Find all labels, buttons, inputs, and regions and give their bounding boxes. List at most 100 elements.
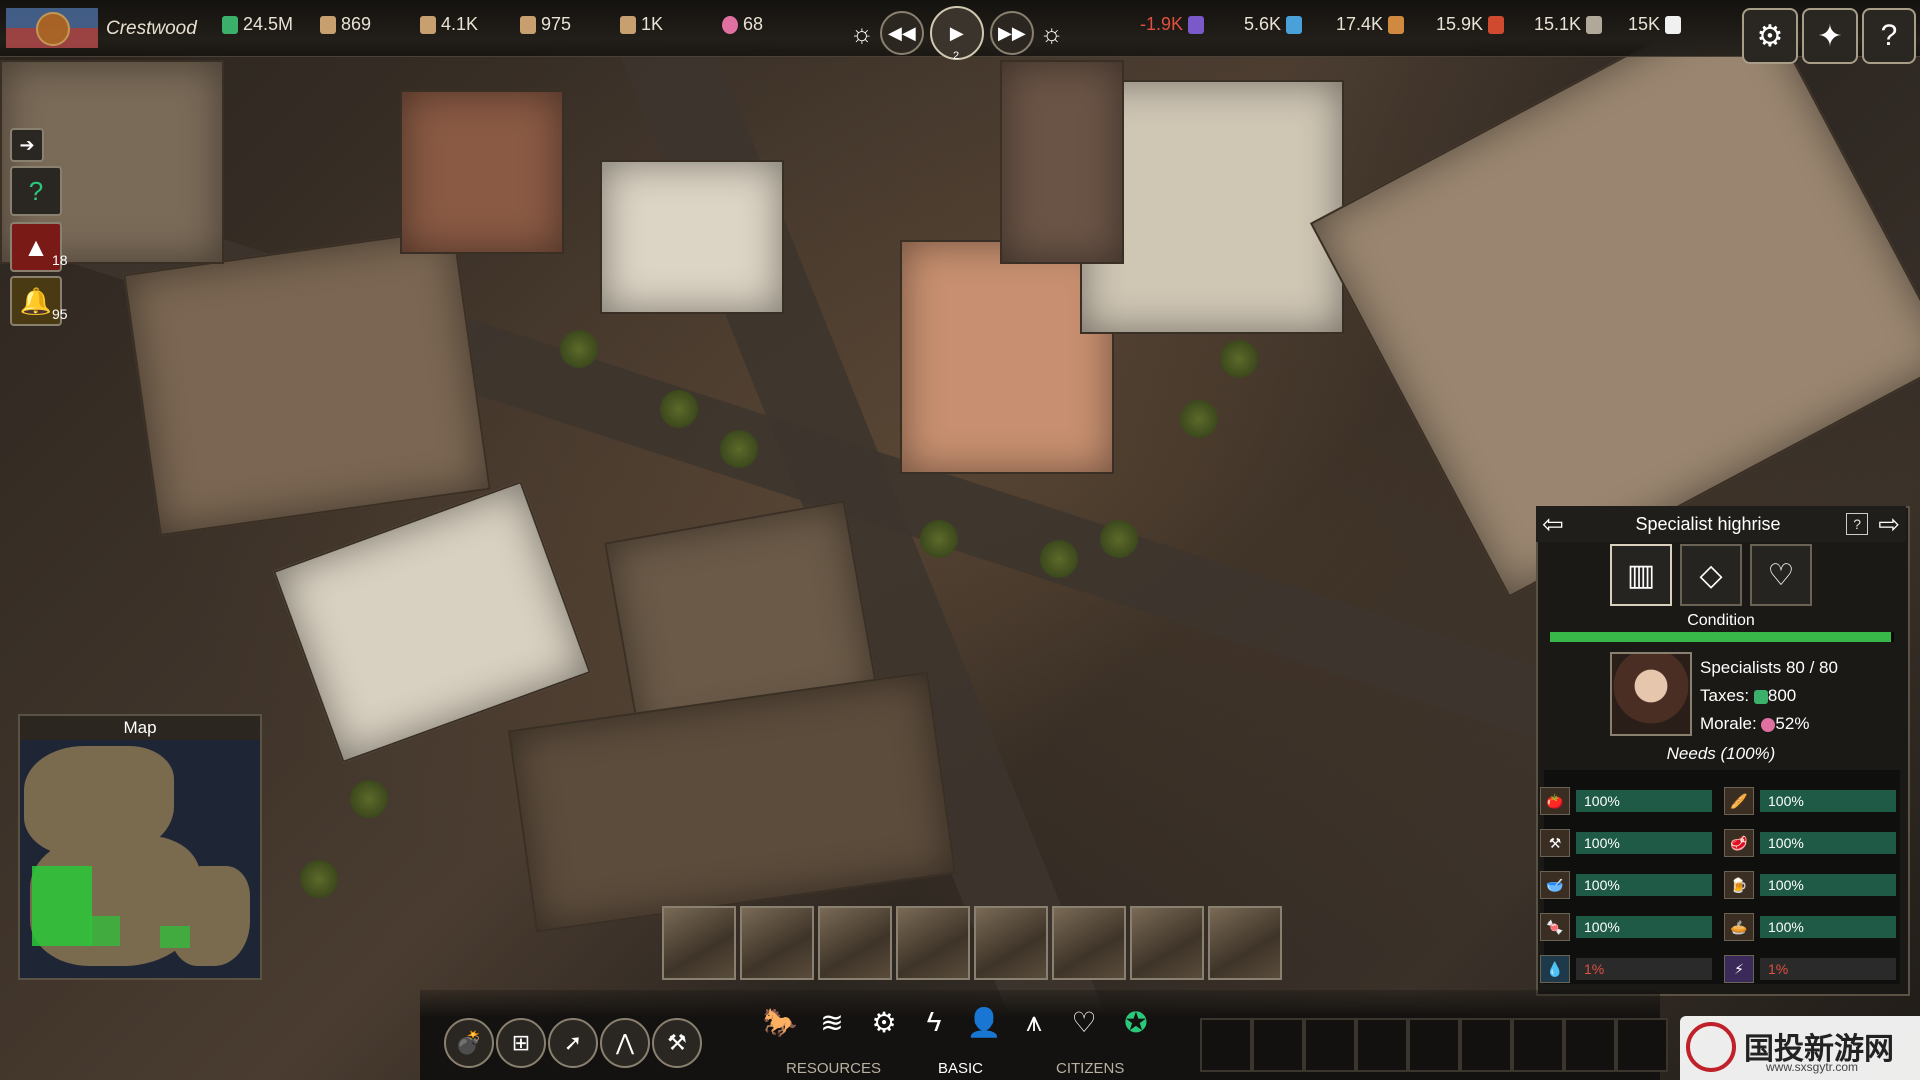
category-services[interactable]: ♡ bbox=[1062, 1000, 1106, 1044]
top-bar: Crestwood 24.5M 869 4.1K 975 1K 68 ☼ ◀◀ … bbox=[0, 0, 1920, 62]
city-name: Crestwood bbox=[106, 18, 197, 39]
tab-resources[interactable]: ◇ bbox=[1680, 544, 1742, 606]
exit-button[interactable]: ➔ bbox=[10, 128, 44, 162]
bread-icon: 🥖 bbox=[1724, 787, 1754, 815]
repair-button[interactable]: ⚒ bbox=[652, 1018, 702, 1068]
demolish-button[interactable]: 💣 bbox=[444, 1018, 494, 1068]
quick-slot-4[interactable] bbox=[1356, 1018, 1408, 1072]
city-flag[interactable] bbox=[6, 8, 98, 48]
label-resources[interactable]: RESOURCES bbox=[786, 1060, 881, 1077]
quick-slot-5[interactable] bbox=[1408, 1018, 1460, 1072]
category-water[interactable]: ≋ bbox=[810, 1000, 854, 1044]
stat-goods[interactable]: 15.1K bbox=[1534, 14, 1603, 35]
condition-bar-fill bbox=[1550, 632, 1891, 642]
minimap[interactable]: Map bbox=[18, 714, 262, 980]
category-roads[interactable]: ⩚ bbox=[1012, 1000, 1056, 1044]
stat-engineers[interactable]: 975 bbox=[520, 14, 571, 35]
quick-slot-2[interactable] bbox=[1252, 1018, 1304, 1072]
need-food[interactable]: 🍅 100% bbox=[1540, 787, 1712, 815]
thumbnail-6[interactable] bbox=[1052, 906, 1126, 980]
need-tools[interactable]: ⚒ 100% bbox=[1540, 829, 1712, 857]
citizen-portrait bbox=[1610, 652, 1692, 736]
next-building-button[interactable]: ⇨ bbox=[1872, 509, 1906, 540]
compass-button[interactable]: ✦ bbox=[1802, 8, 1858, 64]
stat-meat[interactable]: 15.9K bbox=[1436, 14, 1505, 35]
category-industry[interactable]: ⚙ bbox=[862, 1000, 906, 1044]
category-farms[interactable]: 🐎 bbox=[758, 1000, 802, 1044]
warnings-button[interactable]: ▲ 18 bbox=[10, 222, 68, 272]
city-emblem-icon bbox=[36, 12, 70, 46]
stat-water[interactable]: 5.6K bbox=[1244, 14, 1303, 35]
quick-slot-9[interactable] bbox=[1616, 1018, 1668, 1072]
quick-slot-8[interactable] bbox=[1564, 1018, 1616, 1072]
need-meat[interactable]: 🥩 100% bbox=[1724, 829, 1896, 857]
label-basic[interactable]: BASIC bbox=[938, 1060, 983, 1077]
upgrade-button[interactable]: ⊞ bbox=[496, 1018, 546, 1068]
thumbnail-8[interactable] bbox=[1208, 906, 1282, 980]
need-sweets[interactable]: 🍬 100% bbox=[1540, 913, 1712, 941]
money-icon bbox=[222, 15, 238, 34]
need-soup[interactable]: 🥣 100% bbox=[1540, 871, 1712, 899]
quick-slot-1[interactable] bbox=[1200, 1018, 1252, 1072]
hammer-icon: ⚒ bbox=[667, 1030, 687, 1055]
tab-morale[interactable]: ♡ bbox=[1750, 544, 1812, 606]
tab-statistics[interactable]: ▥ bbox=[1610, 544, 1672, 606]
stat-bread[interactable]: 17.4K bbox=[1336, 14, 1405, 35]
bread-icon bbox=[1388, 15, 1405, 34]
stat-energy[interactable]: -1.9K bbox=[1140, 14, 1205, 35]
stat-specialists[interactable]: 1K bbox=[620, 14, 663, 35]
energy-icon bbox=[1188, 15, 1205, 34]
need-pie[interactable]: 🥧 100% bbox=[1724, 913, 1896, 941]
need-water[interactable]: 💧 1% bbox=[1540, 955, 1712, 983]
electricity-icon: ⚡ bbox=[1724, 955, 1754, 983]
panel-help-button[interactable]: ? bbox=[1846, 513, 1869, 535]
thumbnail-2[interactable] bbox=[740, 906, 814, 980]
watermark: 国投新游网 www.sxsgytr.com bbox=[1680, 1016, 1920, 1080]
quick-slot-3[interactable] bbox=[1304, 1018, 1356, 1072]
game-speed: 2 bbox=[953, 50, 960, 62]
help-tips-button[interactable]: ? bbox=[10, 166, 62, 216]
needs-title: Needs (100%) bbox=[1666, 744, 1776, 763]
gear-icon: ⚙ bbox=[1756, 19, 1784, 53]
engineer-icon bbox=[520, 15, 536, 34]
thumbnail-5[interactable] bbox=[974, 906, 1048, 980]
thumbnail-1[interactable] bbox=[662, 906, 736, 980]
relocate-arrow-icon: ➚ bbox=[563, 1030, 583, 1055]
panel-title: Specialist highrise bbox=[1635, 513, 1781, 534]
goods-icon bbox=[1586, 15, 1603, 34]
settings-button[interactable]: ⚙ bbox=[1742, 8, 1798, 64]
stat-workers[interactable]: 869 bbox=[320, 14, 371, 35]
blueprint-button[interactable]: ⋀ bbox=[600, 1018, 650, 1068]
stat-money[interactable]: 24.5M bbox=[222, 14, 293, 35]
warnings-count: 18 bbox=[52, 252, 68, 268]
thumbnail-3[interactable] bbox=[818, 906, 892, 980]
bomb-icon: 💣 bbox=[455, 1030, 483, 1055]
compass-drawing-icon: ⋀ bbox=[615, 1030, 635, 1055]
morale-heart-icon bbox=[722, 15, 738, 34]
stat-farmers[interactable]: 4.1K bbox=[420, 14, 478, 35]
category-administration[interactable]: 👤 bbox=[962, 1000, 1006, 1044]
help-button[interactable]: ? bbox=[1862, 8, 1916, 64]
fast-forward-button[interactable]: ▶▶ bbox=[989, 11, 1034, 55]
stat-morale[interactable]: 68 bbox=[722, 14, 763, 35]
need-bread[interactable]: 🥖 100% bbox=[1724, 787, 1896, 815]
need-electricity[interactable]: ⚡ 1% bbox=[1724, 955, 1896, 983]
quick-slot-7[interactable] bbox=[1512, 1018, 1564, 1072]
quick-slot-6[interactable] bbox=[1460, 1018, 1512, 1072]
heart-icon: ♡ bbox=[1767, 558, 1795, 592]
worker-icon bbox=[320, 15, 336, 34]
thumbnail-4[interactable] bbox=[896, 906, 970, 980]
minimap-title: Map bbox=[20, 716, 260, 740]
category-special[interactable]: ✪ bbox=[1114, 1000, 1158, 1044]
thumbnail-7[interactable] bbox=[1130, 906, 1204, 980]
label-citizens[interactable]: CITIZENS bbox=[1056, 1060, 1124, 1077]
soup-icon: 🥣 bbox=[1540, 871, 1570, 899]
lightning-icon: ϟ bbox=[926, 1006, 942, 1037]
category-energy[interactable]: ϟ bbox=[912, 1000, 956, 1044]
prev-building-button[interactable]: ⇦ bbox=[1536, 509, 1570, 540]
rewind-button[interactable]: ◀◀ bbox=[879, 11, 924, 55]
stat-cloth[interactable]: 15K bbox=[1628, 14, 1682, 35]
notifications-button[interactable]: 🔔 95 bbox=[10, 276, 68, 326]
relocate-button[interactable]: ➚ bbox=[548, 1018, 598, 1068]
need-drink[interactable]: 🍺 100% bbox=[1724, 871, 1896, 899]
